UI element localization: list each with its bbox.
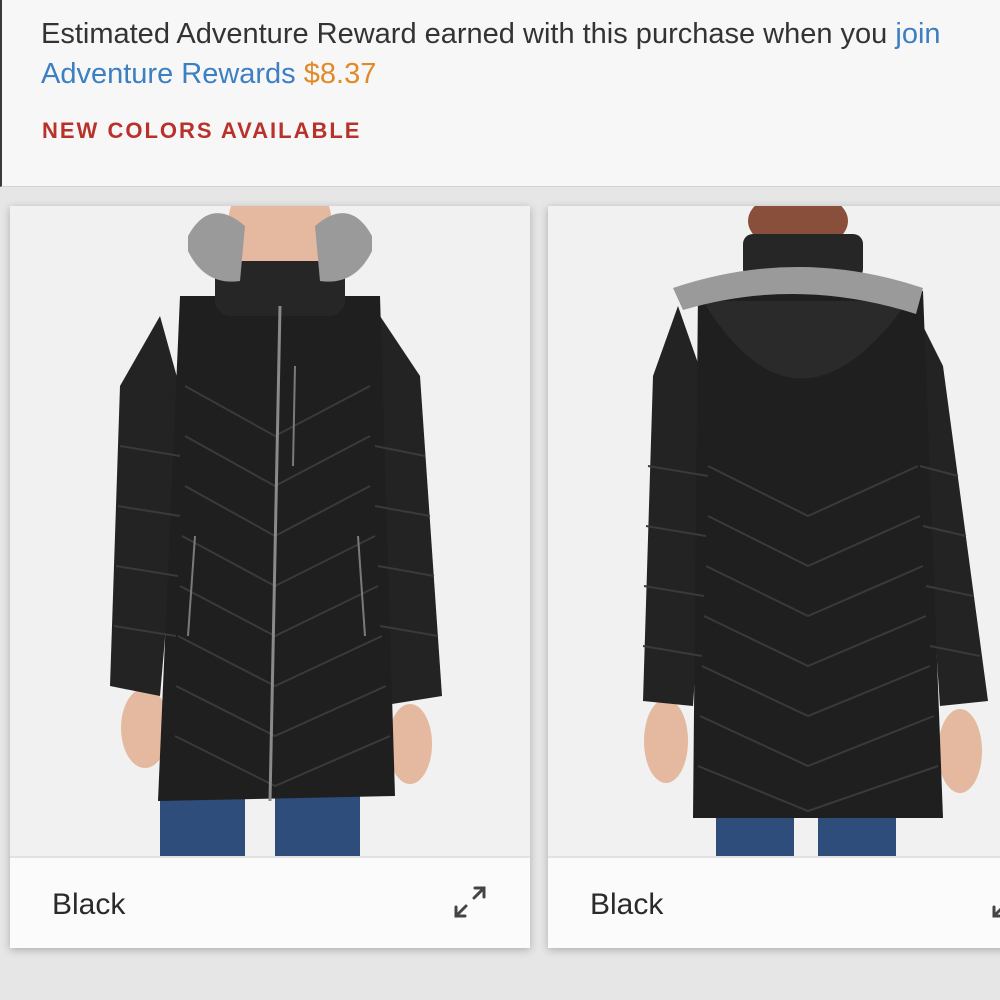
card-footer: Black <box>10 856 530 948</box>
jacket-back-illustration <box>642 206 988 856</box>
model-hand-right <box>938 709 982 793</box>
jeans-right <box>818 816 896 856</box>
jacket-front-illustration <box>110 206 442 856</box>
jeans-left <box>160 796 245 856</box>
new-colors-badge: NEW COLORS AVAILABLE <box>42 118 362 143</box>
model-hand-right <box>388 704 432 784</box>
color-swatch-card-black-back[interactable]: Black <box>548 206 1000 948</box>
color-name-label: Black <box>590 888 664 921</box>
reward-amount: $8.37 <box>303 58 377 90</box>
reward-message: Estimated Adventure Reward earned with t… <box>41 14 941 94</box>
model-hand-left <box>644 699 688 783</box>
color-swatch-card-black-front[interactable]: Black <box>10 206 530 948</box>
color-name-label: Black <box>52 888 126 921</box>
expand-icon[interactable] <box>450 882 490 922</box>
product-image-front[interactable] <box>10 206 530 856</box>
reward-panel: Estimated Adventure Reward earned with t… <box>0 0 1000 187</box>
fur-trim-left <box>188 213 245 282</box>
fur-trim-right <box>315 213 372 282</box>
reward-text-prefix: Estimated Adventure Reward earned with t… <box>41 18 896 50</box>
expand-icon[interactable] <box>988 882 1000 922</box>
jeans-right <box>275 796 360 856</box>
jeans-left <box>716 816 794 856</box>
card-footer: Black <box>548 856 1000 948</box>
product-image-back[interactable] <box>548 206 1000 856</box>
